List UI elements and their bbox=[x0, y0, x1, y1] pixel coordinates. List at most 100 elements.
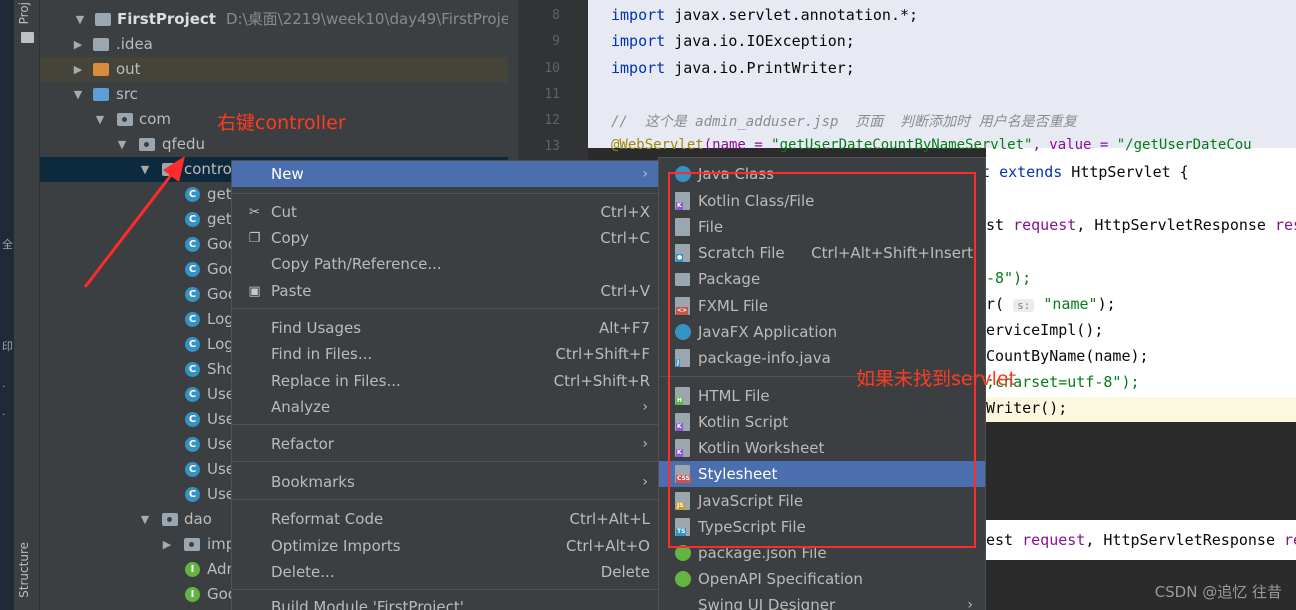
chevron-right-icon: › bbox=[642, 474, 648, 490]
chevron-down-icon[interactable]: ▼ bbox=[94, 107, 106, 132]
code-frag-request: st request, HttpServletResponse res bbox=[986, 216, 1296, 234]
code-frag-impl: erviceImpl(); bbox=[986, 321, 1104, 339]
openapi-icon bbox=[675, 571, 691, 587]
code-frag-extends: t extends HttpServlet { bbox=[981, 163, 1189, 181]
chevron-right-icon: › bbox=[967, 597, 973, 610]
tree-label: com bbox=[139, 110, 172, 128]
code-frag-utf8: -8"); bbox=[986, 269, 1032, 287]
desk-char: · bbox=[2, 380, 6, 393]
line-number: 12 bbox=[544, 113, 560, 128]
chevron-down-icon[interactable]: ▼ bbox=[139, 507, 151, 532]
chevron-right-icon[interactable]: ▶ bbox=[161, 532, 173, 557]
class-icon: C bbox=[185, 312, 200, 327]
source-folder-icon bbox=[93, 88, 109, 101]
code-frag-param: r( s: "name"); bbox=[986, 295, 1116, 313]
tree-label: Log bbox=[207, 335, 234, 353]
tree-label: get bbox=[207, 210, 232, 228]
menu-item-copy[interactable]: ❐ Copy Ctrl+C bbox=[232, 225, 658, 251]
menu-item-find-in-files[interactable]: Find in Files... Ctrl+Shift+F bbox=[232, 341, 658, 367]
chevron-down-icon[interactable]: ▼ bbox=[74, 7, 86, 32]
desk-char: · bbox=[2, 408, 6, 421]
tree-label: .idea bbox=[116, 35, 153, 53]
menu-item-replace-in-files[interactable]: Replace in Files... Ctrl+Shift+R bbox=[232, 368, 658, 394]
module-folder-icon bbox=[95, 13, 111, 26]
interface-icon: I bbox=[185, 587, 200, 602]
chevron-down-icon[interactable]: ▼ bbox=[72, 82, 84, 107]
class-icon: C bbox=[185, 362, 200, 377]
line-number: 13 bbox=[544, 139, 560, 154]
menu-item-reformat-code[interactable]: Reformat Code Ctrl+Alt+L bbox=[232, 506, 658, 532]
line-number: 10 bbox=[544, 61, 560, 76]
chevron-right-icon[interactable]: ▶ bbox=[72, 57, 84, 82]
line-number: 11 bbox=[544, 87, 560, 102]
class-icon: C bbox=[185, 387, 200, 402]
package-icon bbox=[117, 113, 133, 126]
interface-icon: I bbox=[185, 562, 200, 577]
excluded-folder-icon bbox=[93, 63, 109, 76]
code-line-12-comment: // 这个是 admin_adduser.jsp 页面 判断添加时 用户名是否重… bbox=[611, 114, 1077, 130]
annotation-not-found: 如果未找到servlet bbox=[856, 368, 1017, 390]
submenu-openapi[interactable]: OpenAPI Specification bbox=[659, 566, 985, 592]
code-frag-writer: Writer(); bbox=[986, 399, 1068, 417]
tree-label: out bbox=[116, 60, 141, 78]
clipboard-icon: ▣ bbox=[248, 284, 261, 299]
package-icon bbox=[184, 538, 200, 551]
tree-item-out[interactable]: ▶ out bbox=[40, 57, 518, 82]
chevron-right-icon: › bbox=[642, 399, 648, 415]
tree-label: Log bbox=[207, 310, 234, 328]
structure-tool-tab[interactable]: Structure bbox=[17, 542, 31, 598]
desktop-edge-strip: 全 印 · · bbox=[0, 0, 14, 610]
root-label: FirstProject bbox=[117, 10, 216, 28]
tree-item-idea[interactable]: ▶ .idea bbox=[40, 32, 518, 57]
code-line-9: import java.io.IOException; bbox=[611, 32, 855, 50]
menu-item-cut[interactable]: ✂ Cut Ctrl+X bbox=[232, 199, 658, 225]
annotation-right-click: 右键controller bbox=[217, 112, 346, 134]
menu-item-bookmarks[interactable]: Bookmarks › bbox=[232, 469, 658, 495]
submenu-swing-ui-designer[interactable]: Swing UI Designer › bbox=[659, 592, 985, 610]
menu-item-paste[interactable]: ▣ Paste Ctrl+V bbox=[232, 278, 658, 304]
menu-item-optimize-imports[interactable]: Optimize Imports Ctrl+Alt+O bbox=[232, 533, 658, 559]
tree-label: Adr bbox=[207, 560, 233, 578]
class-icon: C bbox=[185, 462, 200, 477]
menu-item-delete[interactable]: Delete... Delete bbox=[232, 559, 658, 585]
folder-icon bbox=[93, 38, 109, 51]
menu-item-find-usages[interactable]: Find Usages Alt+F7 bbox=[232, 315, 658, 341]
project-tool-tab[interactable]: Proj bbox=[17, 2, 31, 24]
desk-char: 全 bbox=[2, 238, 13, 251]
annotation-arrow bbox=[83, 156, 185, 288]
tree-root-firstproject[interactable]: ▼ FirstProject D:\桌面\2219\week10\day49\F… bbox=[40, 7, 524, 32]
copy-icon: ❐ bbox=[248, 231, 261, 246]
annotation-highlight-box bbox=[668, 172, 976, 548]
desk-char: 印 bbox=[2, 340, 13, 353]
code-line-8: import javax.servlet.annotation.*; bbox=[611, 6, 919, 24]
menu-item-build-module[interactable]: Build Module 'FirstProject' bbox=[232, 594, 658, 610]
tree-item-src[interactable]: ▼ src bbox=[40, 82, 518, 107]
tree-label: get bbox=[207, 185, 232, 203]
package-icon bbox=[162, 513, 178, 526]
chevron-right-icon: › bbox=[642, 436, 648, 452]
code-frag-countbyname: CountByName(name); bbox=[986, 347, 1149, 365]
code-line-10: import java.io.PrintWriter; bbox=[611, 59, 855, 77]
tool-window-stripe: Proj Structure bbox=[14, 0, 40, 610]
code-frag-request-2: est request, HttpServletResponse re bbox=[986, 531, 1296, 549]
class-icon: C bbox=[185, 487, 200, 502]
tree-label: src bbox=[116, 85, 138, 103]
context-menu: New › ✂ Cut Ctrl+X ❐ Copy Ctrl+C Copy Path/Re… bbox=[231, 160, 659, 610]
chevron-right-icon: › bbox=[642, 166, 648, 182]
project-folder-icon[interactable] bbox=[21, 32, 34, 43]
class-icon: C bbox=[185, 437, 200, 452]
line-number: 8 bbox=[552, 8, 560, 23]
watermark: CSDN @追忆 往昔 bbox=[1154, 583, 1282, 601]
chevron-right-icon[interactable]: ▶ bbox=[72, 32, 84, 57]
menu-item-refactor[interactable]: Refactor › bbox=[232, 431, 658, 457]
tree-label: dao bbox=[184, 510, 212, 528]
menu-item-copy-path[interactable]: Copy Path/Reference... bbox=[232, 251, 658, 277]
scissors-icon: ✂ bbox=[249, 205, 260, 220]
menu-item-analyze[interactable]: Analyze › bbox=[232, 394, 658, 420]
menu-item-new[interactable]: New › bbox=[232, 161, 658, 187]
class-icon: C bbox=[185, 412, 200, 427]
code-line-13: @WebServlet(name = "getUserDateCountByNa… bbox=[611, 137, 1252, 153]
line-number: 9 bbox=[552, 34, 560, 49]
class-icon: C bbox=[185, 337, 200, 352]
root-path: D:\桌面\2219\week10\day49\FirstProject bbox=[226, 10, 525, 28]
